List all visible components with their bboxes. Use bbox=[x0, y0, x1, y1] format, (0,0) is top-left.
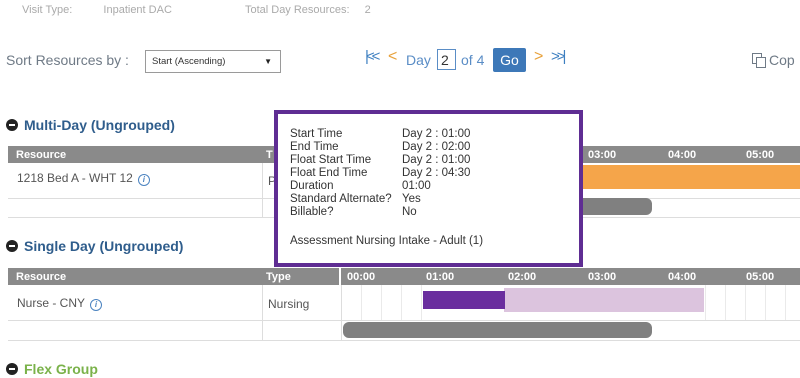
previous-page-icon[interactable]: < bbox=[388, 48, 397, 66]
tooltip-label: Float Start Time bbox=[290, 154, 372, 166]
tooltip-value: Day 2 : 01:00 bbox=[402, 154, 471, 166]
schedule-bar-gray[interactable] bbox=[343, 322, 652, 338]
tooltip-label: Billable? bbox=[290, 206, 334, 218]
visit-info-bar: Visit Type: Inpatient DAC Total Day Reso… bbox=[22, 4, 371, 16]
column-header-type: T bbox=[266, 149, 273, 161]
column-divider bbox=[262, 163, 263, 217]
day-label: Day bbox=[406, 52, 431, 68]
row-divider bbox=[8, 340, 800, 341]
go-button[interactable]: Go bbox=[493, 48, 526, 72]
time-header: 04:00 bbox=[668, 271, 697, 283]
header-divider bbox=[339, 268, 341, 285]
resource-name: Nurse - CNY bbox=[17, 296, 86, 310]
grid-tick bbox=[401, 285, 402, 320]
multi-day-group-title: Multi-Day (Ungrouped) bbox=[24, 117, 175, 133]
resource-name: 1218 Bed A - WHT 12 bbox=[17, 171, 133, 185]
dropdown-arrow-icon: ▼ bbox=[264, 57, 272, 66]
tooltip-label: Standard Alternate? bbox=[290, 193, 392, 205]
copy-button[interactable]: Cop bbox=[752, 52, 795, 68]
tooltip-label: Start Time bbox=[290, 128, 343, 140]
day-input[interactable]: 2 bbox=[437, 49, 456, 70]
type-cell: Nursing bbox=[268, 297, 310, 311]
total-day-resources-label: Total Day Resources: bbox=[244, 4, 350, 16]
resource-cell: Nurse - CNY i bbox=[17, 296, 103, 311]
column-header-resource: Resource bbox=[16, 149, 67, 161]
single-day-group-heading[interactable]: Single Day (Ungrouped) bbox=[6, 238, 183, 254]
row-divider bbox=[8, 320, 800, 321]
time-header: 01:00 bbox=[426, 271, 455, 283]
resource-schedule-view: Visit Type: Inpatient DAC Total Day Reso… bbox=[0, 0, 800, 378]
time-header: 05:00 bbox=[746, 271, 775, 283]
multi-day-group-heading[interactable]: Multi-Day (Ungrouped) bbox=[6, 117, 175, 133]
grid-tick bbox=[765, 285, 766, 320]
grid-tick bbox=[361, 285, 362, 320]
info-icon[interactable]: i bbox=[90, 299, 103, 311]
time-header: 05:00 bbox=[746, 149, 775, 161]
total-day-resources-value: 2 bbox=[364, 4, 371, 16]
schedule-bar-orange[interactable] bbox=[583, 165, 800, 189]
flex-group-heading[interactable]: Flex Group bbox=[6, 361, 98, 377]
column-header-type: Type bbox=[266, 271, 291, 283]
sort-selected-value: Start (Ascending) bbox=[152, 56, 226, 67]
grid-tick bbox=[705, 285, 706, 320]
sort-label: Sort Resources by : bbox=[6, 52, 129, 68]
tooltip-activity-name: Assessment Nursing Intake - Adult (1) bbox=[290, 235, 484, 247]
visit-type-label: Visit Type: bbox=[22, 4, 73, 16]
collapse-icon bbox=[6, 240, 18, 252]
column-header-resource: Resource bbox=[16, 271, 67, 283]
single-day-group-title: Single Day (Ungrouped) bbox=[24, 238, 184, 254]
time-header: 03:00 bbox=[588, 149, 617, 161]
column-divider bbox=[262, 285, 263, 340]
tooltip-value: Day 2 : 01:00 bbox=[402, 128, 471, 140]
sort-select[interactable]: Start (Ascending) ▼ bbox=[145, 50, 281, 73]
scheduled-activity-bar[interactable] bbox=[423, 291, 505, 309]
grid-tick bbox=[785, 285, 786, 320]
next-page-icon[interactable]: > bbox=[534, 48, 543, 66]
grid-tick bbox=[381, 285, 382, 320]
day-total-label: of 4 bbox=[461, 52, 485, 68]
resource-cell: 1218 Bed A - WHT 12 i bbox=[17, 171, 150, 186]
time-header: 00:00 bbox=[347, 271, 376, 283]
activity-tooltip: Start Time Day 2 : 01:00 End Time Day 2 … bbox=[274, 110, 583, 267]
time-header: 03:00 bbox=[588, 271, 617, 283]
tooltip-label: End Time bbox=[290, 141, 339, 153]
grid-tick bbox=[421, 285, 422, 320]
visit-type-value: Inpatient DAC bbox=[103, 4, 172, 16]
time-header: 04:00 bbox=[668, 149, 697, 161]
copy-icon bbox=[752, 53, 766, 68]
first-page-icon[interactable]: |<< bbox=[365, 48, 381, 65]
flex-group-title: Flex Group bbox=[24, 361, 98, 377]
time-header: 02:00 bbox=[508, 271, 537, 283]
single-day-table-header: Resource Type 00:00 01:00 02:00 03:00 04… bbox=[8, 268, 800, 285]
copy-label: Cop bbox=[769, 52, 795, 68]
info-icon[interactable]: i bbox=[137, 174, 150, 186]
collapse-icon bbox=[6, 363, 18, 375]
tooltip-value: Day 2 : 04:30 bbox=[402, 167, 471, 179]
tooltip-value: Day 2 : 02:00 bbox=[402, 141, 471, 153]
tooltip-label: Duration bbox=[290, 180, 334, 192]
tooltip-value: No bbox=[402, 206, 417, 218]
tooltip-label: Float End Time bbox=[290, 167, 368, 179]
last-page-icon[interactable]: >>| bbox=[551, 48, 567, 65]
grid-tick bbox=[725, 285, 726, 320]
tooltip-value: Yes bbox=[402, 193, 421, 205]
float-window-bar[interactable] bbox=[504, 288, 704, 312]
column-divider bbox=[341, 285, 342, 340]
collapse-icon bbox=[6, 119, 18, 131]
tooltip-value: 01:00 bbox=[402, 180, 431, 192]
grid-tick bbox=[745, 285, 746, 320]
